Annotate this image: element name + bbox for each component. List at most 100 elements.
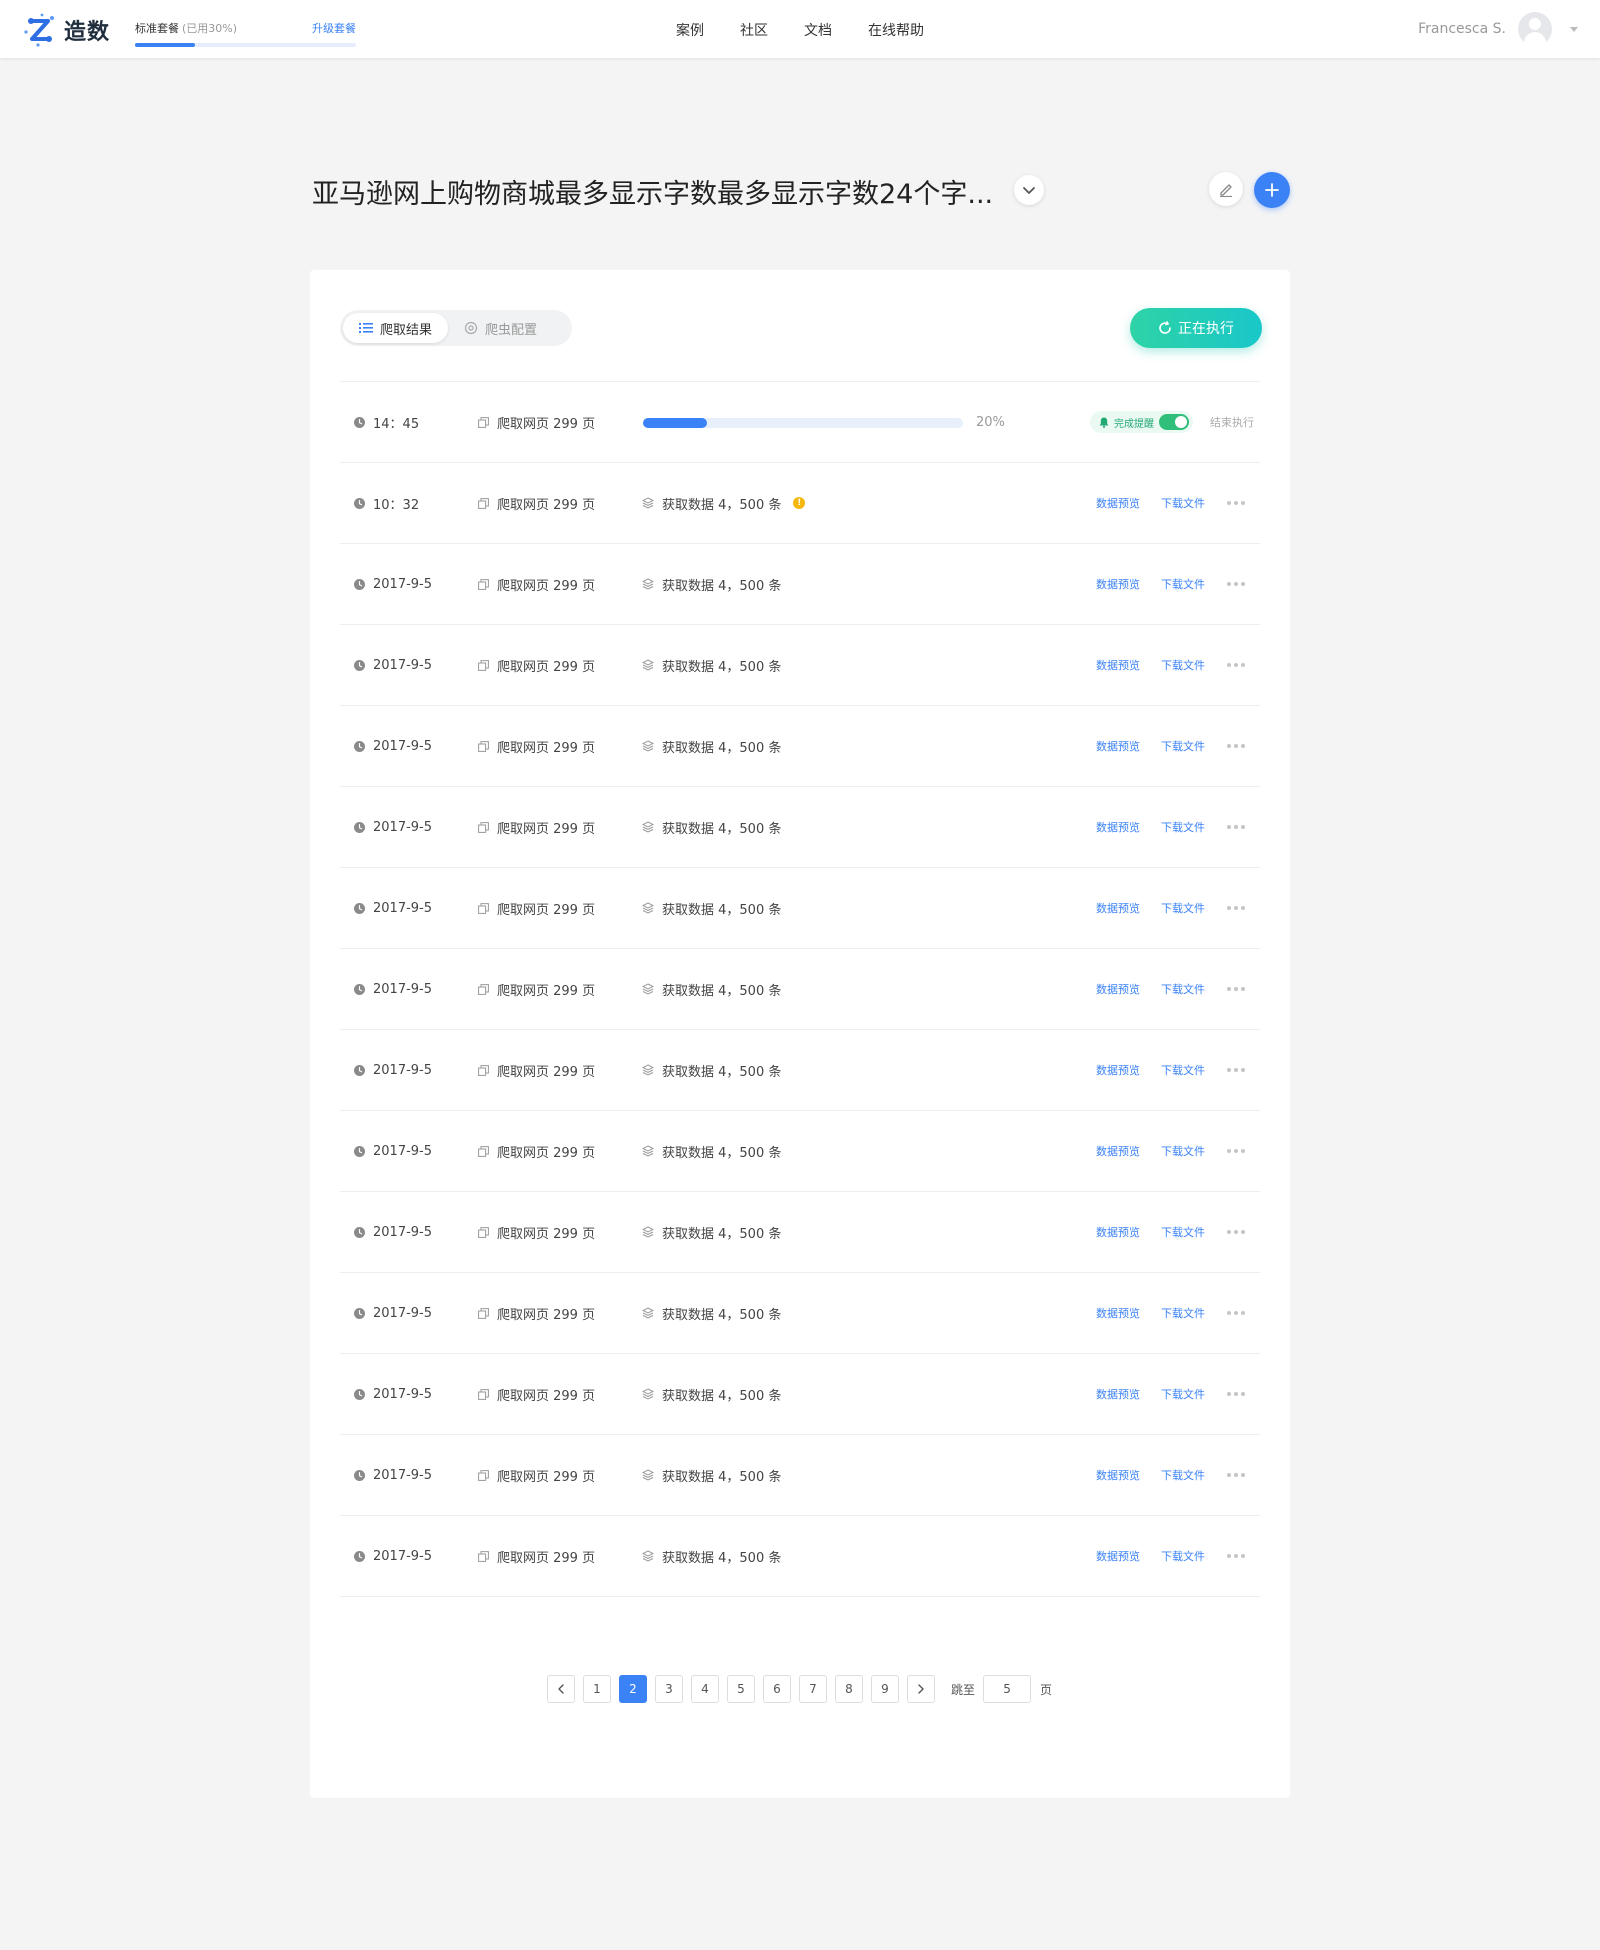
running-button-label: 正在执行 <box>1178 321 1234 337</box>
user-name: Francesca S. <box>1418 21 1506 37</box>
data-preview-link[interactable]: 数据预览 <box>1096 1192 1140 1272</box>
data-preview-link[interactable]: 数据预览 <box>1096 625 1140 705</box>
data-preview-link[interactable]: 数据预览 <box>1096 1516 1140 1596</box>
download-file-link[interactable]: 下载文件 <box>1161 1435 1205 1515</box>
list-icon <box>359 322 373 334</box>
more-icon[interactable] <box>1227 1554 1248 1558</box>
row-time: 2017-9-5 <box>373 819 433 835</box>
data-preview-link[interactable]: 数据预览 <box>1096 544 1140 624</box>
row-pages: 爬取网页 299 页 <box>497 497 596 513</box>
tab-config-label: 爬虫配置 <box>485 322 538 338</box>
download-file-link[interactable]: 下载文件 <box>1161 544 1205 624</box>
more-icon[interactable] <box>1227 825 1248 829</box>
more-icon[interactable] <box>1227 501 1248 505</box>
download-file-link[interactable]: 下载文件 <box>1161 706 1205 786</box>
page-button[interactable]: 5 <box>727 1675 755 1703</box>
row-time: 10：32 <box>373 497 420 513</box>
download-file-link[interactable]: 下载文件 <box>1161 1354 1205 1434</box>
row-pages: 爬取网页 299 页 <box>497 1307 596 1323</box>
warning-icon[interactable]: ! <box>793 497 806 509</box>
more-icon[interactable] <box>1227 663 1248 667</box>
stop-execution-link[interactable]: 结束执行 <box>1210 382 1254 462</box>
plan-usage-bar <box>135 43 356 47</box>
nav-item-docs[interactable]: 文档 <box>804 20 832 40</box>
row-time: 2017-9-5 <box>373 738 433 754</box>
more-icon[interactable] <box>1227 906 1248 910</box>
logo-text: 造数 <box>64 20 111 45</box>
data-preview-link[interactable]: 数据预览 <box>1096 1435 1140 1515</box>
more-icon[interactable] <box>1227 1473 1248 1477</box>
download-file-link[interactable]: 下载文件 <box>1161 463 1205 543</box>
page-button[interactable]: 7 <box>799 1675 827 1703</box>
plan-usage-fill <box>135 43 195 47</box>
page-button[interactable]: 4 <box>691 1675 719 1703</box>
notify-switch[interactable] <box>1159 414 1189 430</box>
running-button[interactable]: 正在执行 <box>1130 308 1262 348</box>
add-button[interactable] <box>1254 172 1290 208</box>
page-button[interactable]: 6 <box>763 1675 791 1703</box>
more-icon[interactable] <box>1227 1230 1248 1234</box>
next-page-button[interactable] <box>907 1675 935 1703</box>
logo[interactable]: 造数 <box>22 12 110 48</box>
copy-icon <box>478 497 489 509</box>
title-dropdown-button[interactable] <box>1014 175 1044 205</box>
chevron-down-icon[interactable] <box>1570 26 1578 32</box>
layers-icon <box>642 1550 654 1562</box>
download-file-link[interactable]: 下载文件 <box>1161 1192 1205 1272</box>
running-row: 14：45 爬取网页 299 页 20% 完成提醒 结束执行 <box>340 382 1260 463</box>
more-icon[interactable] <box>1227 1311 1248 1315</box>
data-preview-link[interactable]: 数据预览 <box>1096 787 1140 867</box>
jump-page-input[interactable] <box>983 1675 1032 1703</box>
crawl-progress-bar <box>643 418 963 428</box>
nav-item-cases[interactable]: 案例 <box>676 20 704 40</box>
completion-notify-toggle[interactable]: 完成提醒 <box>1090 411 1193 433</box>
page-button[interactable]: 9 <box>871 1675 899 1703</box>
more-icon[interactable] <box>1227 582 1248 586</box>
more-icon[interactable] <box>1227 1149 1248 1153</box>
table-row: 2017-9-5 爬取网页 299 页 获取数据 4，500 条 数据预览 下载文件 <box>340 1111 1260 1192</box>
download-file-link[interactable]: 下载文件 <box>1161 787 1205 867</box>
download-file-link[interactable]: 下载文件 <box>1161 1273 1205 1353</box>
copy-icon <box>478 1550 489 1562</box>
layers-icon <box>642 821 654 833</box>
table-row: 2017-9-5 爬取网页 299 页 获取数据 4，500 条 数据预览 下载文件 <box>340 949 1260 1030</box>
plan-used: (已用30%) <box>182 22 238 35</box>
row-time: 2017-9-5 <box>373 1467 433 1483</box>
data-preview-link[interactable]: 数据预览 <box>1096 463 1140 543</box>
upgrade-plan-link[interactable]: 升级套餐 <box>312 20 356 36</box>
more-icon[interactable] <box>1227 1392 1248 1396</box>
data-preview-link[interactable]: 数据预览 <box>1096 1111 1140 1191</box>
prev-page-button[interactable] <box>547 1675 575 1703</box>
user-menu[interactable]: Francesca S. <box>1418 12 1578 46</box>
row-time: 2017-9-5 <box>373 1224 433 1240</box>
data-preview-link[interactable]: 数据预览 <box>1096 1273 1140 1353</box>
data-preview-link[interactable]: 数据预览 <box>1096 706 1140 786</box>
tab-config[interactable]: 爬虫配置 <box>448 313 553 343</box>
edit-button[interactable] <box>1209 172 1243 206</box>
download-file-link[interactable]: 下载文件 <box>1161 868 1205 948</box>
data-preview-link[interactable]: 数据预览 <box>1096 1030 1140 1110</box>
plus-icon <box>1265 183 1279 197</box>
more-icon[interactable] <box>1227 1068 1248 1072</box>
more-icon[interactable] <box>1227 744 1248 748</box>
layers-icon <box>642 983 654 995</box>
avatar[interactable] <box>1518 12 1552 46</box>
more-icon[interactable] <box>1227 987 1248 991</box>
download-file-link[interactable]: 下载文件 <box>1161 625 1205 705</box>
data-preview-link[interactable]: 数据预览 <box>1096 949 1140 1029</box>
page-button[interactable]: 2 <box>619 1675 647 1703</box>
download-file-link[interactable]: 下载文件 <box>1161 1516 1205 1596</box>
data-preview-link[interactable]: 数据预览 <box>1096 1354 1140 1434</box>
download-file-link[interactable]: 下载文件 <box>1161 949 1205 1029</box>
row-pages: 爬取网页 299 页 <box>497 740 596 756</box>
nav-item-help[interactable]: 在线帮助 <box>868 20 924 40</box>
tab-results[interactable]: 爬取结果 <box>343 313 449 343</box>
page-button[interactable]: 1 <box>583 1675 611 1703</box>
page-button[interactable]: 3 <box>655 1675 683 1703</box>
row-pages: 爬取网页 299 页 <box>497 821 596 837</box>
download-file-link[interactable]: 下载文件 <box>1161 1030 1205 1110</box>
nav-item-community[interactable]: 社区 <box>740 20 768 40</box>
page-button[interactable]: 8 <box>835 1675 863 1703</box>
download-file-link[interactable]: 下载文件 <box>1161 1111 1205 1191</box>
data-preview-link[interactable]: 数据预览 <box>1096 868 1140 948</box>
